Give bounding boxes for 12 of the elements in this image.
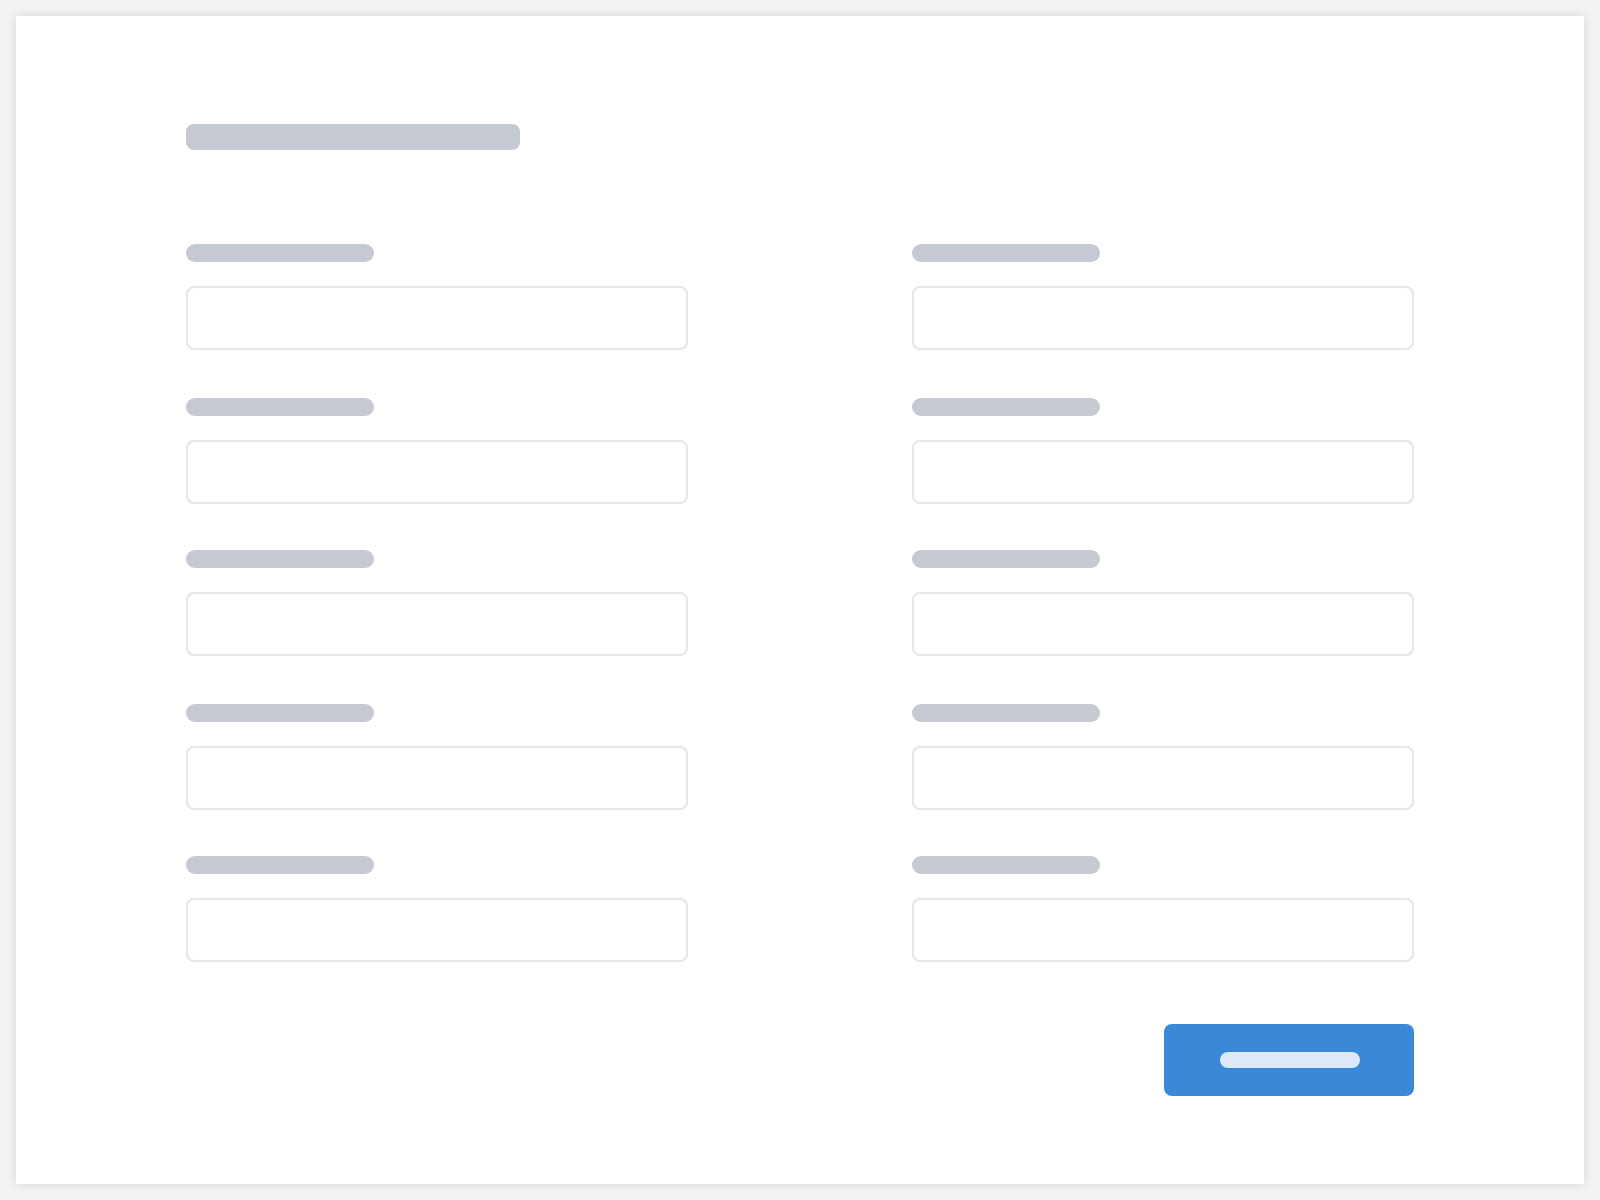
input-field[interactable] <box>186 898 688 962</box>
input-field[interactable] <box>912 286 1414 350</box>
input-field[interactable] <box>912 898 1414 962</box>
submit-button[interactable] <box>1164 1024 1414 1096</box>
input-field[interactable] <box>186 439 688 503</box>
input-field[interactable] <box>912 439 1414 503</box>
input-field[interactable] <box>912 592 1414 656</box>
input-field[interactable] <box>186 286 688 350</box>
input-field[interactable] <box>186 745 688 809</box>
label-placeholder-bar <box>1219 1052 1359 1068</box>
input-field[interactable] <box>186 592 688 656</box>
input-field[interactable] <box>912 745 1414 809</box>
